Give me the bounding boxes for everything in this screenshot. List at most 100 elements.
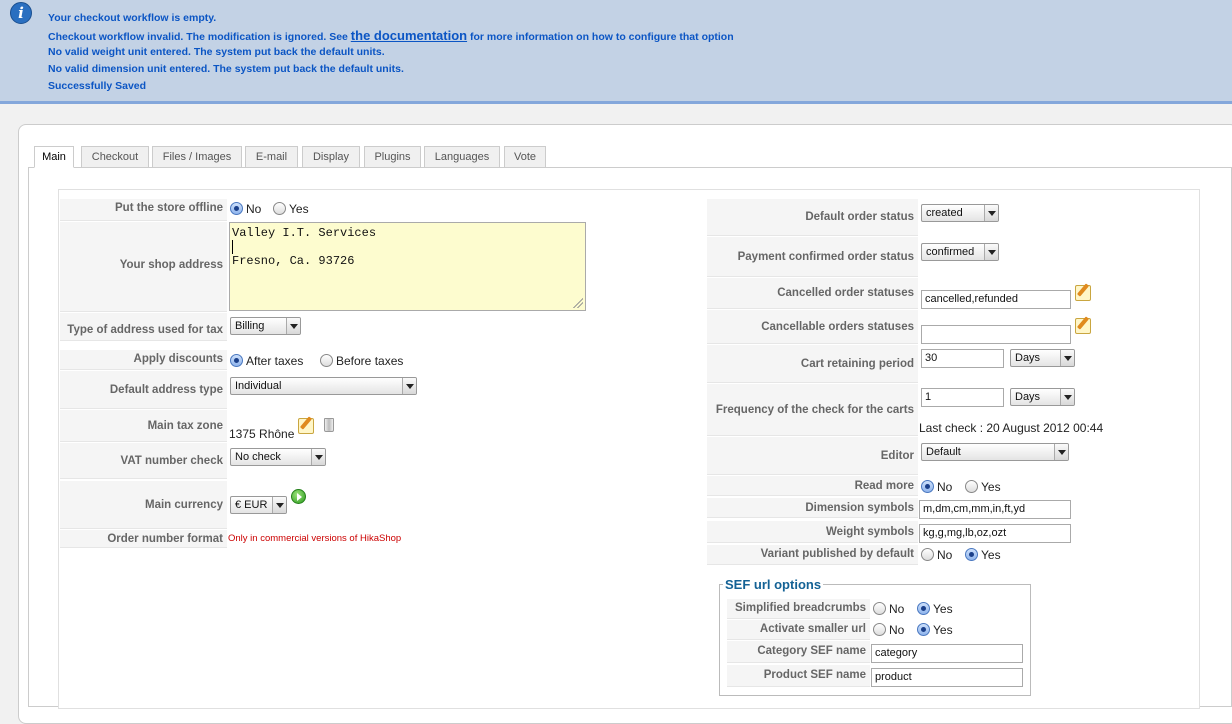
read-more-yes-radio[interactable] — [965, 480, 978, 493]
check-frequency-field[interactable]: 1 — [921, 388, 1004, 407]
main-currency-value: € EUR — [235, 499, 268, 511]
edit-icon[interactable] — [1075, 285, 1091, 301]
category-sef-label: Category SEF name — [727, 641, 870, 663]
variant-published-no-label: No — [937, 548, 953, 562]
cancellable-statuses-label: Cancellable orders statuses — [707, 310, 918, 344]
payment-confirmed-value: confirmed — [926, 246, 975, 258]
shop-address-label: Your shop address — [60, 222, 227, 312]
cart-retaining-label: Cart retaining period — [707, 345, 918, 383]
cancelled-statuses-field[interactable]: cancelled,refunded — [921, 290, 1071, 309]
store-offline-no-radio[interactable] — [230, 202, 243, 215]
read-more-no-label: No — [937, 480, 953, 494]
main-currency-select[interactable]: € EUR — [230, 496, 287, 514]
cart-retaining-field[interactable]: 30 — [921, 349, 1004, 368]
smaller-url-no-radio[interactable] — [873, 623, 886, 636]
documentation-link[interactable]: the documentation — [351, 28, 467, 43]
system-message-bar: i Your checkout workflow is empty. Check… — [0, 0, 1232, 104]
discounts-before-label: Before taxes — [336, 354, 404, 368]
editor-select[interactable]: Default — [921, 443, 1069, 461]
order-number-label: Order number format — [60, 530, 227, 548]
editor-value: Default — [926, 446, 961, 458]
address-tax-label: Type of address used for tax — [60, 313, 227, 341]
default-order-status-value: created — [926, 207, 963, 219]
check-frequency-unit-value: Days — [1015, 391, 1041, 403]
message-text: for more information on how to configure… — [467, 31, 734, 43]
variant-published-no-radio[interactable] — [921, 548, 934, 561]
vat-check-select[interactable]: No check — [230, 448, 326, 466]
tab-plugins[interactable]: Plugins — [364, 146, 421, 168]
read-more-yes-label: Yes — [981, 480, 1001, 494]
store-offline-label: Put the store offline — [60, 199, 227, 221]
cancellable-statuses-field[interactable] — [921, 325, 1071, 344]
go-arrow-icon[interactable] — [291, 489, 306, 504]
cart-retaining-unit-select[interactable]: Days — [1010, 349, 1075, 367]
message-line: Successfully Saved — [48, 80, 147, 92]
default-order-status-select[interactable]: created — [921, 204, 999, 222]
variant-published-yes-label: Yes — [981, 548, 1001, 562]
store-offline-yes-label: Yes — [289, 202, 309, 216]
dimension-symbols-field[interactable]: m,dm,cm,mm,in,ft,yd — [919, 500, 1071, 519]
last-check-text: Last check : 20 August 2012 00:44 — [919, 421, 1104, 435]
discounts-after-radio[interactable] — [230, 354, 243, 367]
main-tax-zone-value: 1375 Rhône — [229, 427, 295, 441]
payment-confirmed-select[interactable]: confirmed — [921, 243, 999, 261]
tab-files-images[interactable]: Files / Images — [152, 146, 242, 168]
product-sef-field[interactable]: product — [871, 668, 1023, 687]
default-order-status-label: Default order status — [707, 199, 918, 236]
category-sef-field[interactable]: category — [871, 644, 1023, 663]
resize-handle[interactable] — [573, 298, 583, 308]
variant-published-label: Variant published by default — [707, 545, 918, 565]
message-line: No valid weight unit entered. The system… — [48, 46, 385, 58]
info-icon: i — [10, 2, 32, 24]
read-more-no-radio[interactable] — [921, 480, 934, 493]
main-tax-zone-label: Main tax zone — [60, 410, 227, 442]
smaller-url-yes-label: Yes — [933, 623, 953, 637]
cart-retaining-unit-value: Days — [1015, 352, 1041, 364]
breadcrumbs-no-radio[interactable] — [873, 602, 886, 615]
shop-address-textarea[interactable]: Valley I.T. Services Fresno, Ca. 93726 — [229, 222, 586, 311]
message-list: Your checkout workflow is empty. Checkou… — [48, 10, 734, 95]
tab-vote[interactable]: Vote — [504, 146, 546, 168]
message-line: No valid dimension unit entered. The sys… — [48, 63, 404, 75]
tab-languages[interactable]: Languages — [424, 146, 500, 168]
vat-check-value: No check — [235, 451, 281, 463]
tab-checkout[interactable]: Checkout — [81, 146, 149, 168]
weight-symbols-label: Weight symbols — [707, 521, 918, 543]
address-tax-select[interactable]: Billing — [230, 317, 301, 335]
smaller-url-yes-radio[interactable] — [917, 623, 930, 636]
tab-display[interactable]: Display — [302, 146, 360, 168]
edit-icon[interactable] — [298, 418, 314, 434]
smaller-url-no-label: No — [889, 623, 905, 637]
weight-symbols-field[interactable]: kg,g,mg,lb,oz,ozt — [919, 524, 1071, 543]
edit-icon[interactable] — [1075, 318, 1091, 334]
delete-icon[interactable] — [324, 418, 334, 432]
default-address-select[interactable]: Individual — [230, 377, 417, 395]
simplified-breadcrumbs-label: Simplified breadcrumbs — [727, 599, 870, 619]
variant-published-yes-radio[interactable] — [965, 548, 978, 561]
check-frequency-label: Frequency of the check for the carts — [707, 384, 918, 436]
commercial-only-note: Only in commercial versions of HikaShop — [228, 533, 402, 544]
address-line: Fresno, Ca. 93726 — [232, 254, 355, 268]
address-line: Valley I.T. Services — [232, 226, 377, 240]
cancelled-statuses-label: Cancelled order statuses — [707, 278, 918, 309]
product-sef-label: Product SEF name — [727, 665, 870, 687]
tab-email[interactable]: E-mail — [245, 146, 298, 168]
address-line — [232, 240, 233, 254]
sef-options-legend: SEF url options — [723, 577, 824, 592]
default-address-label: Default address type — [60, 371, 227, 409]
discounts-after-label: After taxes — [246, 354, 304, 368]
store-offline-yes-radio[interactable] — [273, 202, 286, 215]
chevron-down-icon — [984, 244, 998, 260]
message-line: Your checkout workflow is empty. — [48, 12, 217, 24]
store-offline-no-label: No — [246, 202, 262, 216]
vat-check-label: VAT number check — [60, 443, 227, 479]
message-line: Checkout workflow invalid. The modificat… — [48, 27, 734, 44]
payment-confirmed-label: Payment confirmed order status — [707, 237, 918, 277]
discounts-before-radio[interactable] — [320, 354, 333, 367]
tab-main[interactable]: Main — [34, 146, 74, 168]
breadcrumbs-yes-radio[interactable] — [917, 602, 930, 615]
smaller-url-label: Activate smaller url — [727, 620, 870, 640]
check-frequency-unit-select[interactable]: Days — [1010, 388, 1075, 406]
main-currency-label: Main currency — [60, 481, 227, 529]
chevron-down-icon — [1060, 350, 1074, 366]
